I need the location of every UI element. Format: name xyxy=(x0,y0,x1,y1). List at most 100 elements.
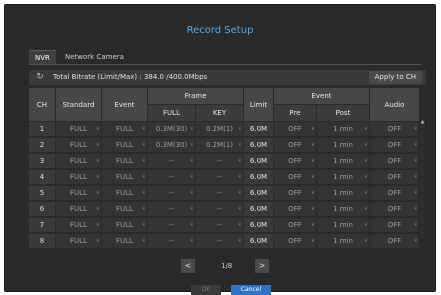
table-row: 3FULLFULL----6.0MOFF1 minOFF xyxy=(29,154,419,168)
header-frame-full: FULL xyxy=(148,105,195,121)
header-event-post: Post xyxy=(317,105,369,121)
ok-button[interactable]: OK xyxy=(191,285,221,295)
channel-number: 4 xyxy=(29,170,55,184)
audio-select[interactable]: OFF xyxy=(370,234,419,248)
event-pre-select[interactable]: OFF xyxy=(274,138,316,152)
refresh-icon[interactable]: ↻ xyxy=(35,72,45,82)
standard-select[interactable]: FULL xyxy=(56,122,101,136)
audio-select[interactable]: OFF xyxy=(370,138,419,152)
frame-key-select[interactable]: -- xyxy=(196,218,243,232)
table-row: 4FULLFULL----6.0MOFF1 minOFF xyxy=(29,170,419,184)
tab-network-camera[interactable]: Network Camera xyxy=(59,50,130,64)
limit-value: 6.0M xyxy=(244,202,273,216)
frame-full-select[interactable]: -- xyxy=(148,202,195,216)
standard-select[interactable]: FULL xyxy=(56,186,101,200)
frame-key-select[interactable]: -- xyxy=(196,186,243,200)
event-post-select[interactable]: 1 min xyxy=(317,186,369,200)
bitrate-bar: ↻ Total Bitrate (Limit/Max) : 384.0 /400… xyxy=(29,70,426,85)
frame-full-select[interactable]: -- xyxy=(148,234,195,248)
channel-number: 5 xyxy=(29,186,55,200)
header-frame-key: KEY xyxy=(196,105,243,121)
event-select[interactable]: FULL xyxy=(102,186,147,200)
standard-select[interactable]: FULL xyxy=(56,234,101,248)
event-pre-select[interactable]: OFF xyxy=(274,202,316,216)
header-ch: CH xyxy=(29,88,55,121)
event-post-select[interactable]: 1 min xyxy=(317,218,369,232)
table-row: 2FULLFULL0.3M(30)0.2M(1)6.0MOFF1 minOFF xyxy=(29,138,419,152)
frame-full-select[interactable]: 0.3M(30) xyxy=(148,122,195,136)
table-row: 6FULLFULL----6.0MOFF1 minOFF xyxy=(29,202,419,216)
event-pre-select[interactable]: OFF xyxy=(274,170,316,184)
scrollbar-thumb[interactable] xyxy=(420,121,425,239)
event-select[interactable]: FULL xyxy=(102,234,147,248)
header-limit: Limit xyxy=(244,88,273,121)
channel-number: 3 xyxy=(29,154,55,168)
event-select[interactable]: FULL xyxy=(102,218,147,232)
total-bitrate-text: Total Bitrate (Limit/Max) : 384.0 /400.0… xyxy=(53,73,208,81)
table-row: 5FULLFULL----6.0MOFF1 minOFF xyxy=(29,186,419,200)
channel-number: 7 xyxy=(29,218,55,232)
event-post-select[interactable]: 1 min xyxy=(317,154,369,168)
audio-select[interactable]: OFF xyxy=(370,218,419,232)
frame-full-select[interactable]: -- xyxy=(148,186,195,200)
limit-value: 6.0M xyxy=(244,218,273,232)
audio-select[interactable]: OFF xyxy=(370,122,419,136)
standard-select[interactable]: FULL xyxy=(56,154,101,168)
audio-select[interactable]: OFF xyxy=(370,170,419,184)
event-post-select[interactable]: 1 min xyxy=(317,122,369,136)
apply-to-ch-button[interactable]: Apply to CH xyxy=(368,71,422,84)
table-row: 8FULLFULL----6.0MOFF1 minOFF xyxy=(29,234,419,248)
cancel-button[interactable]: Cancel xyxy=(231,285,271,295)
frame-full-select[interactable]: -- xyxy=(148,170,195,184)
frame-key-select[interactable]: -- xyxy=(196,202,243,216)
tab-divider xyxy=(29,64,421,65)
frame-key-select[interactable]: 0.2M(1) xyxy=(196,122,243,136)
limit-value: 6.0M xyxy=(244,154,273,168)
frame-full-select[interactable]: -- xyxy=(148,154,195,168)
standard-select[interactable]: FULL xyxy=(56,170,101,184)
header-event: Event xyxy=(102,88,147,121)
frame-key-select[interactable]: -- xyxy=(196,234,243,248)
event-post-select[interactable]: 1 min xyxy=(317,234,369,248)
header-frame: Frame xyxy=(148,88,243,104)
table-row: 1FULLFULL0.3M(30)0.2M(1)6.0MOFF1 minOFF xyxy=(29,122,419,136)
event-post-select[interactable]: 1 min xyxy=(317,202,369,216)
event-post-select[interactable]: 1 min xyxy=(317,138,369,152)
record-setup-dialog: Record Setup NVR Network Camera ↻ Total … xyxy=(4,4,436,295)
frame-key-select[interactable]: -- xyxy=(196,154,243,168)
standard-select[interactable]: FULL xyxy=(56,138,101,152)
next-page-button[interactable]: > xyxy=(255,259,269,273)
page-indicator: 1/8 xyxy=(221,262,233,270)
table-scrollbar[interactable]: ▲ xyxy=(419,119,426,239)
tab-nvr[interactable]: NVR xyxy=(29,50,56,64)
event-pre-select[interactable]: OFF xyxy=(274,122,316,136)
audio-select[interactable]: OFF xyxy=(370,154,419,168)
event-pre-select[interactable]: OFF xyxy=(274,186,316,200)
event-select[interactable]: FULL xyxy=(102,154,147,168)
event-pre-select[interactable]: OFF xyxy=(274,234,316,248)
event-select[interactable]: FULL xyxy=(102,170,147,184)
frame-key-select[interactable]: 0.2M(1) xyxy=(196,138,243,152)
limit-value: 6.0M xyxy=(244,170,273,184)
event-post-select[interactable]: 1 min xyxy=(317,170,369,184)
standard-select[interactable]: FULL xyxy=(56,202,101,216)
standard-select[interactable]: FULL xyxy=(56,218,101,232)
header-event-pre: Pre xyxy=(274,105,316,121)
event-select[interactable]: FULL xyxy=(102,202,147,216)
dialog-title: Record Setup xyxy=(186,25,254,36)
frame-key-select[interactable]: -- xyxy=(196,170,243,184)
event-pre-select[interactable]: OFF xyxy=(274,154,316,168)
event-pre-select[interactable]: OFF xyxy=(274,218,316,232)
scroll-up-icon[interactable]: ▲ xyxy=(419,119,426,125)
frame-full-select[interactable]: -- xyxy=(148,218,195,232)
audio-select[interactable]: OFF xyxy=(370,202,419,216)
channel-number: 6 xyxy=(29,202,55,216)
event-select[interactable]: FULL xyxy=(102,122,147,136)
limit-value: 6.0M xyxy=(244,122,273,136)
event-select[interactable]: FULL xyxy=(102,138,147,152)
header-standard: Standard xyxy=(56,88,101,121)
frame-full-select[interactable]: 0.3M(30) xyxy=(148,138,195,152)
audio-select[interactable]: OFF xyxy=(370,186,419,200)
channel-number: 2 xyxy=(29,138,55,152)
prev-page-button[interactable]: < xyxy=(181,259,195,273)
